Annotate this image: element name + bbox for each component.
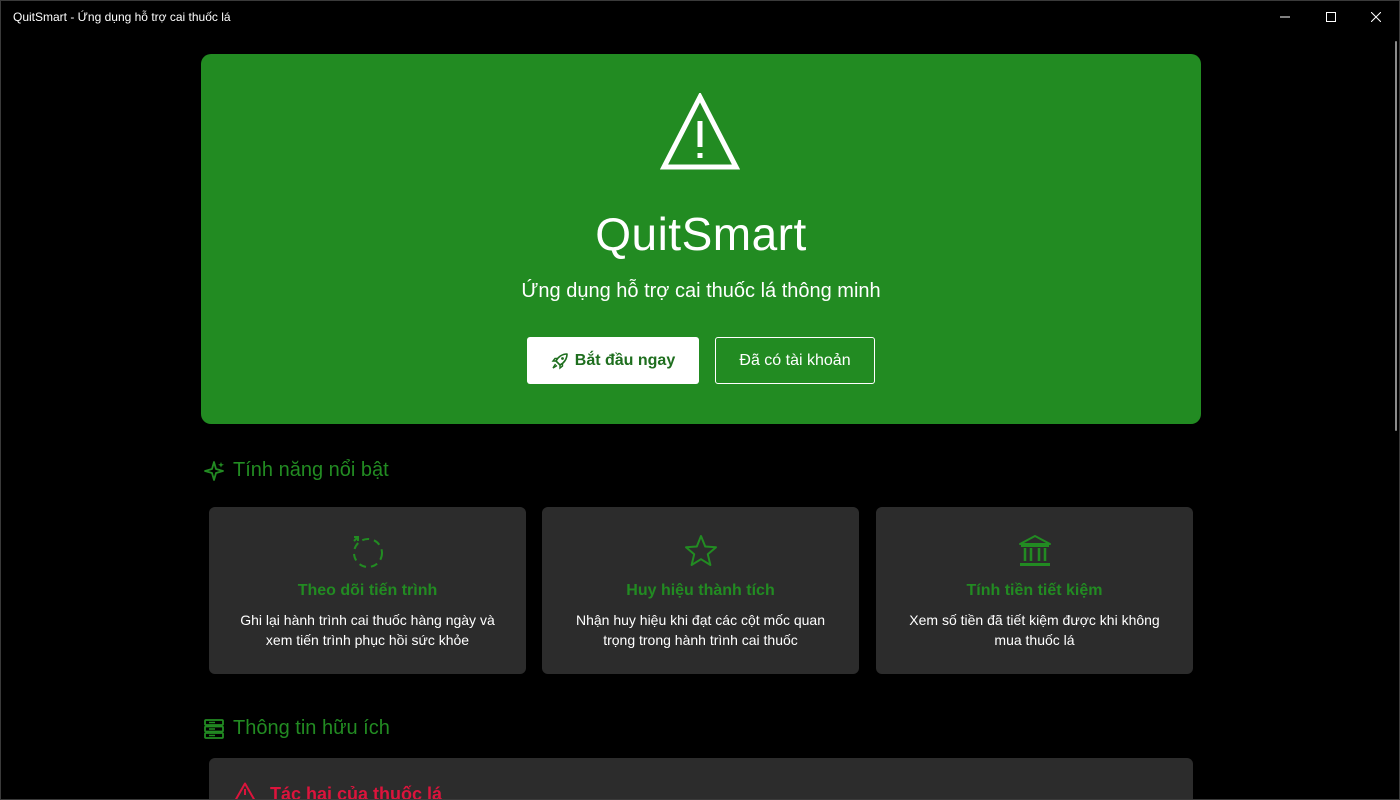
- feature-title: Tính tiền tiết kiệm: [966, 582, 1103, 599]
- rocket-icon: [551, 352, 568, 369]
- minimize-icon: [1280, 16, 1290, 18]
- bank-icon: [1018, 535, 1051, 566]
- feature-description: Xem số tiền đã tiết kiệm được khi không …: [909, 612, 1160, 648]
- maximize-icon: [1326, 12, 1336, 22]
- vertical-scrollbar[interactable]: [1395, 41, 1397, 431]
- have-account-label: Đã có tài khoản: [739, 351, 851, 369]
- warning-triangle-icon: [660, 93, 740, 170]
- feature-description: Nhận huy hiệu khi đạt các cột mốc quan t…: [575, 612, 826, 648]
- progress-arrows-icon: [352, 536, 383, 568]
- hero-subtitle: Ứng dụng hỗ trợ cai thuốc lá thông minh: [521, 280, 881, 302]
- info-card-harms[interactable]: Tác hại của thuốc lá: [209, 758, 1193, 800]
- get-started-button[interactable]: Bắt đầu ngay: [527, 337, 699, 384]
- minimize-button[interactable]: [1262, 1, 1308, 33]
- title-bar[interactable]: QuitSmart - Ứng dụng hỗ trợ cai thuốc lá: [1, 1, 1399, 33]
- warning-icon: [234, 782, 256, 799]
- star-icon: [684, 535, 717, 566]
- maximize-button[interactable]: [1308, 1, 1354, 33]
- library-icon: [204, 718, 224, 739]
- features-heading-label: Tính năng nổi bật: [233, 459, 389, 481]
- app-window: QuitSmart - Ứng dụng hỗ trợ cai thuốc lá…: [0, 0, 1400, 800]
- info-heading: Thông tin hữu ích: [203, 717, 390, 740]
- sparkle-icon: [204, 460, 224, 481]
- feature-card-savings[interactable]: Tính tiền tiết kiệm Xem số tiền đã tiết …: [876, 507, 1193, 674]
- feature-title: Huy hiệu thành tích: [626, 582, 775, 599]
- features-heading: Tính năng nổi bật: [203, 459, 389, 482]
- close-icon: [1371, 12, 1381, 22]
- info-heading-label: Thông tin hữu ích: [233, 717, 390, 739]
- window-title: QuitSmart - Ứng dụng hỗ trợ cai thuốc lá: [13, 10, 231, 24]
- close-button[interactable]: [1353, 1, 1399, 33]
- feature-card-progress[interactable]: Theo dõi tiến trình Ghi lại hành trình c…: [209, 507, 526, 674]
- hero-banner: QuitSmart Ứng dụng hỗ trợ cai thuốc lá t…: [201, 54, 1201, 424]
- hero-title: QuitSmart: [595, 208, 807, 260]
- have-account-button[interactable]: Đã có tài khoản: [715, 337, 875, 384]
- feature-title: Theo dõi tiến trình: [297, 582, 438, 599]
- get-started-label: Bắt đầu ngay: [574, 351, 676, 369]
- feature-description: Ghi lại hành trình cai thuốc hàng ngày v…: [240, 612, 495, 648]
- feature-card-badges[interactable]: Huy hiệu thành tích Nhận huy hiệu khi đạ…: [542, 507, 859, 674]
- info-card-title: Tác hại của thuốc lá: [270, 784, 443, 800]
